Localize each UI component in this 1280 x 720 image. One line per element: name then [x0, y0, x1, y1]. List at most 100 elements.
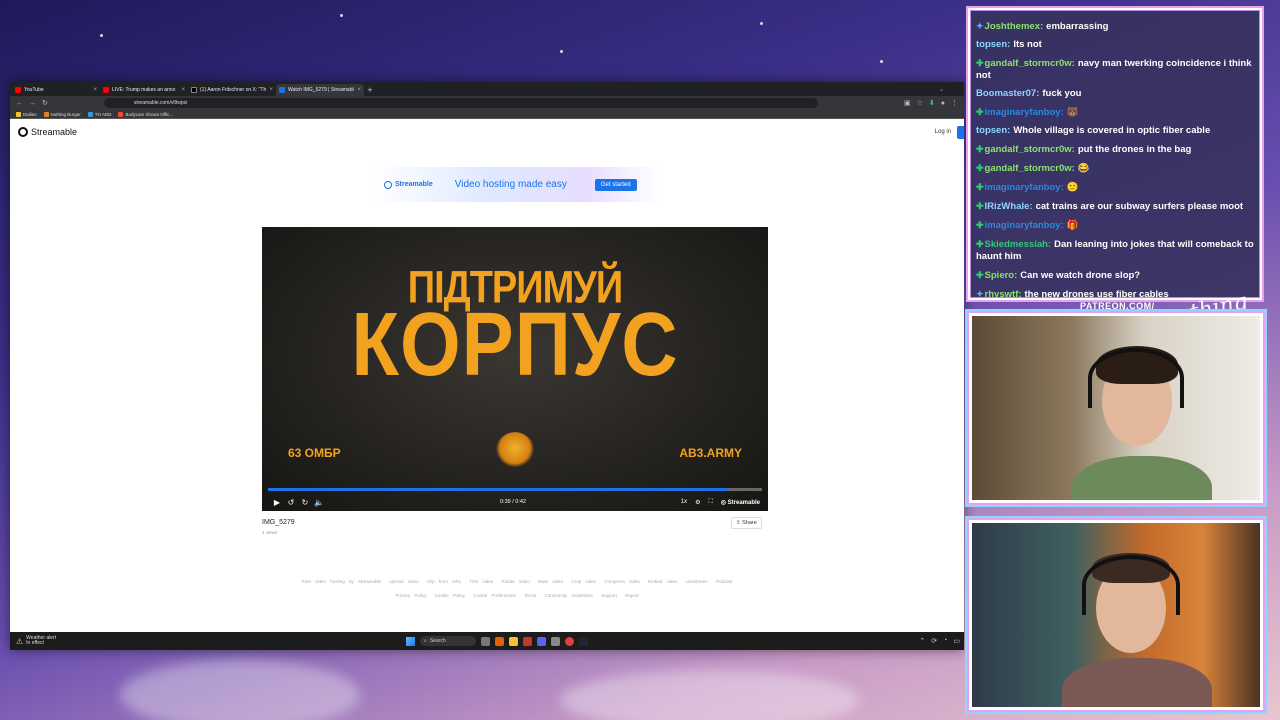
firefox-icon[interactable]	[495, 636, 504, 646]
settings-gear-icon[interactable]: ⚙	[695, 499, 700, 506]
close-icon[interactable]: ×	[357, 87, 361, 93]
file-explorer-icon[interactable]	[509, 636, 518, 646]
chat-username[interactable]: IRizWhale:	[985, 201, 1033, 212]
sync-icon[interactable]: ⟳	[931, 637, 937, 645]
profile-icon[interactable]: ●	[941, 100, 945, 107]
extension-icon[interactable]: ▣	[904, 99, 911, 107]
footer-link[interactable]: Community Guidelines	[545, 593, 593, 598]
signup-button[interactable]	[957, 126, 964, 139]
diamond-badge-icon: ✦	[976, 289, 984, 299]
chat-username[interactable]: topsen:	[976, 125, 1010, 136]
get-started-button[interactable]: Get started	[594, 178, 637, 191]
tab-x[interactable]: (1) Aaron Fritschner on X: "The ×	[188, 84, 276, 96]
chat-username[interactable]: gandalf_stormcr0w:	[985, 163, 1075, 174]
chat-username[interactable]: Skiedmessiah:	[985, 239, 1052, 250]
chat-username[interactable]: Boomaster07:	[976, 88, 1039, 99]
tab-live[interactable]: LIVE: Trump makes an anno ×	[100, 84, 188, 96]
chat-username[interactable]: Joshthemex:	[985, 21, 1044, 32]
login-link[interactable]: Log in	[935, 129, 951, 135]
video-brand[interactable]: ◎ Streamable	[721, 499, 760, 506]
footer-link[interactable]: Privacy Policy	[395, 593, 426, 598]
footer-link[interactable]: Livestream	[686, 579, 708, 584]
footer-link[interactable]: Clip from URL	[427, 579, 461, 584]
tab-youtube[interactable]: YouTube ×	[12, 84, 100, 96]
notification-icon[interactable]: ▭	[953, 637, 960, 645]
footer-link[interactable]: Compress video	[604, 579, 640, 584]
video-player[interactable]: ПІДТРИМУЙ КОРПУС 63 ОМБР АВ3.ARMY ▶ ↺ ↻ …	[262, 227, 768, 511]
playback-speed[interactable]: 1x	[681, 499, 687, 505]
footer-legal-links: Privacy Policy Cookie Policy Cookie Pref…	[260, 593, 774, 598]
video-progress-bar[interactable]	[268, 488, 762, 491]
footer-link[interactable]: Podcast	[716, 579, 732, 584]
windows-start-icon[interactable]	[406, 636, 415, 646]
video-progress-fill	[268, 488, 728, 491]
bookmark-label: Dailies	[23, 111, 37, 117]
streamable-logo[interactable]: Streamable	[18, 127, 77, 137]
footer-link[interactable]: Support	[601, 593, 617, 598]
headphones-icon	[1088, 348, 1184, 408]
chat-username[interactable]: gandalf_stormcr0w:	[985, 58, 1075, 69]
forward-icon[interactable]: ↻	[298, 498, 312, 507]
tab-search-icon[interactable]: ⌄	[939, 84, 944, 96]
chat-username[interactable]: topsen:	[976, 39, 1010, 50]
forward-icon[interactable]: →	[29, 100, 36, 107]
bookmark-label: TO ADD	[94, 111, 112, 117]
url-field[interactable]: streamable.com/vl9wpsi	[103, 98, 818, 108]
footer-link[interactable]: Report	[625, 593, 639, 598]
task-view-icon[interactable]	[481, 636, 490, 646]
steam-icon[interactable]	[579, 636, 588, 646]
download-icon[interactable]: ⬇	[929, 99, 935, 107]
chrome-icon[interactable]	[565, 636, 574, 646]
footer-link[interactable]: Crop video	[571, 579, 596, 584]
menu-icon[interactable]: ⋮	[951, 99, 958, 107]
plus-badge-icon: ✚	[976, 144, 984, 154]
footer-link[interactable]: Cookie Preferences	[473, 593, 516, 598]
close-icon[interactable]: ×	[93, 87, 97, 93]
new-tab-button[interactable]: +	[364, 84, 376, 96]
browser-window: YouTube × LIVE: Trump makes an anno × (1…	[10, 82, 964, 650]
plus-badge-icon: ✚	[976, 239, 984, 249]
app-icon[interactable]	[551, 636, 560, 646]
chat-text: 🙂	[1066, 182, 1079, 193]
chat-username[interactable]: gandalf_stormcr0w:	[985, 144, 1075, 155]
footer-link[interactable]: Embed video	[648, 579, 677, 584]
share-button[interactable]: ⇪ Share	[731, 517, 762, 529]
reload-icon[interactable]: ↻	[42, 99, 48, 107]
back-icon[interactable]: ←	[16, 100, 23, 107]
footer-link[interactable]: Free video hosting by Streamable	[302, 579, 381, 584]
ad-banner[interactable]: Streamable Video hosting made easy Get s…	[372, 167, 660, 202]
footer-link[interactable]: Cookie Policy	[435, 593, 465, 598]
bookmark-star-icon[interactable]: ☆	[917, 99, 923, 107]
footer-link[interactable]: Rotate video	[502, 579, 530, 584]
stream-chat: ✦Joshthemex: embarrassing topsen: Its not ✚g…	[968, 8, 1262, 300]
chat-username[interactable]: imaginaryfanboy:	[985, 182, 1064, 193]
rewind-icon[interactable]: ↺	[284, 498, 298, 507]
video-page-title: IMG_5279	[262, 519, 295, 526]
app-icon[interactable]	[523, 636, 532, 646]
chat-username[interactable]: imaginaryfanboy:	[985, 107, 1064, 118]
bookmark-bodycam[interactable]: Bodycam Shows Offic...	[118, 111, 173, 117]
footer-link[interactable]: Mute video	[538, 579, 563, 584]
close-icon[interactable]: ×	[269, 87, 273, 93]
chat-username[interactable]: Spiero:	[985, 270, 1018, 281]
plus-badge-icon: ✚	[976, 107, 984, 117]
bookmark-nothing-burger[interactable]: Nothing Burger	[43, 111, 81, 117]
tray-icon[interactable]: ◔	[943, 637, 947, 645]
fullscreen-icon[interactable]: ⛶	[709, 499, 713, 506]
chat-username[interactable]: rhyswtf:	[985, 289, 1022, 298]
volume-icon[interactable]: 🔈	[312, 498, 326, 507]
taskbar-search[interactable]: ⌕ Search	[420, 636, 476, 646]
chat-username[interactable]: imaginaryfanboy:	[985, 220, 1064, 231]
footer-link[interactable]: Upload video	[389, 579, 418, 584]
play-icon[interactable]: ▶	[270, 498, 284, 507]
bookmark-favicon-icon	[118, 111, 124, 117]
chevron-up-icon[interactable]: ⌃	[919, 637, 925, 645]
close-icon[interactable]: ×	[181, 87, 185, 93]
discord-icon[interactable]	[537, 636, 546, 646]
tab-streamable[interactable]: Watch IMG_5279 | Streamable ×	[276, 84, 364, 96]
footer-link[interactable]: Trim video	[469, 579, 493, 584]
footer-link[interactable]: Terms	[524, 593, 536, 598]
bookmark-to-add[interactable]: TO ADD	[87, 111, 112, 117]
bookmark-dailies[interactable]: Dailies	[16, 111, 37, 117]
weather-widget[interactable]: ⚠ Weather alert In effect	[16, 636, 56, 646]
